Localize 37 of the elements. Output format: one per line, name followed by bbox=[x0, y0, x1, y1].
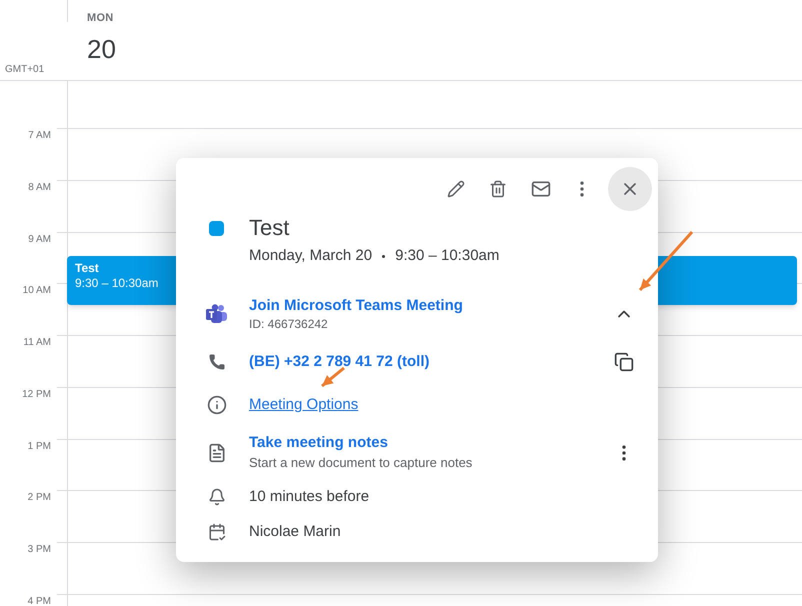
timezone-label: GMT+01 bbox=[5, 63, 44, 77]
take-notes-link[interactable]: Take meeting notes bbox=[249, 432, 590, 452]
hour-label: 8 AM bbox=[28, 182, 51, 193]
hour-label: 2 PM bbox=[28, 492, 51, 504]
teams-icon bbox=[206, 304, 228, 324]
weekday-label: MON bbox=[87, 11, 114, 26]
reminder-text: 10 minutes before bbox=[249, 488, 370, 505]
hour-label: 11 AM bbox=[23, 337, 51, 348]
bell-icon bbox=[208, 488, 226, 506]
calendar-owner: Nicolae Marin bbox=[249, 523, 341, 540]
delete-icon[interactable] bbox=[489, 180, 507, 198]
copy-icon[interactable] bbox=[614, 352, 634, 372]
hour-label: 9 AM bbox=[28, 234, 51, 244]
document-icon bbox=[206, 442, 226, 462]
meeting-id: ID: 466736242 bbox=[249, 316, 329, 332]
hour-label: 7 AM bbox=[28, 130, 51, 141]
phone-icon bbox=[208, 352, 226, 370]
hour-label: 3 PM bbox=[28, 544, 51, 555]
calendar-icon bbox=[208, 523, 226, 541]
popup-title: Test bbox=[249, 215, 290, 241]
info-icon bbox=[206, 394, 226, 414]
notes-hint: Start a new document to capture notes bbox=[249, 454, 474, 472]
event-date: Monday, March 20 bbox=[249, 246, 372, 266]
date-number: 20 bbox=[87, 32, 116, 66]
event-time-range: 9:30 – 10:30am bbox=[395, 246, 500, 266]
hour-label: 4 PM bbox=[28, 596, 51, 606]
join-meeting-link[interactable]: Join Microsoft Teams Meeting bbox=[249, 296, 590, 316]
phone-link[interactable]: (BE) +32 2 789 41 72 (toll) bbox=[249, 352, 430, 370]
event-time: 9:30 – 10:30am bbox=[75, 275, 160, 291]
email-icon[interactable] bbox=[531, 179, 551, 199]
meeting-options-link[interactable]: Meeting Options bbox=[249, 396, 358, 412]
hour-label: 12 PM bbox=[22, 388, 51, 400]
close-button[interactable] bbox=[608, 167, 652, 211]
event-title: Test bbox=[75, 261, 100, 275]
hour-label: 10 AM bbox=[22, 285, 51, 296]
edit-icon[interactable] bbox=[447, 180, 465, 198]
hour-label: 1 PM bbox=[28, 440, 51, 452]
